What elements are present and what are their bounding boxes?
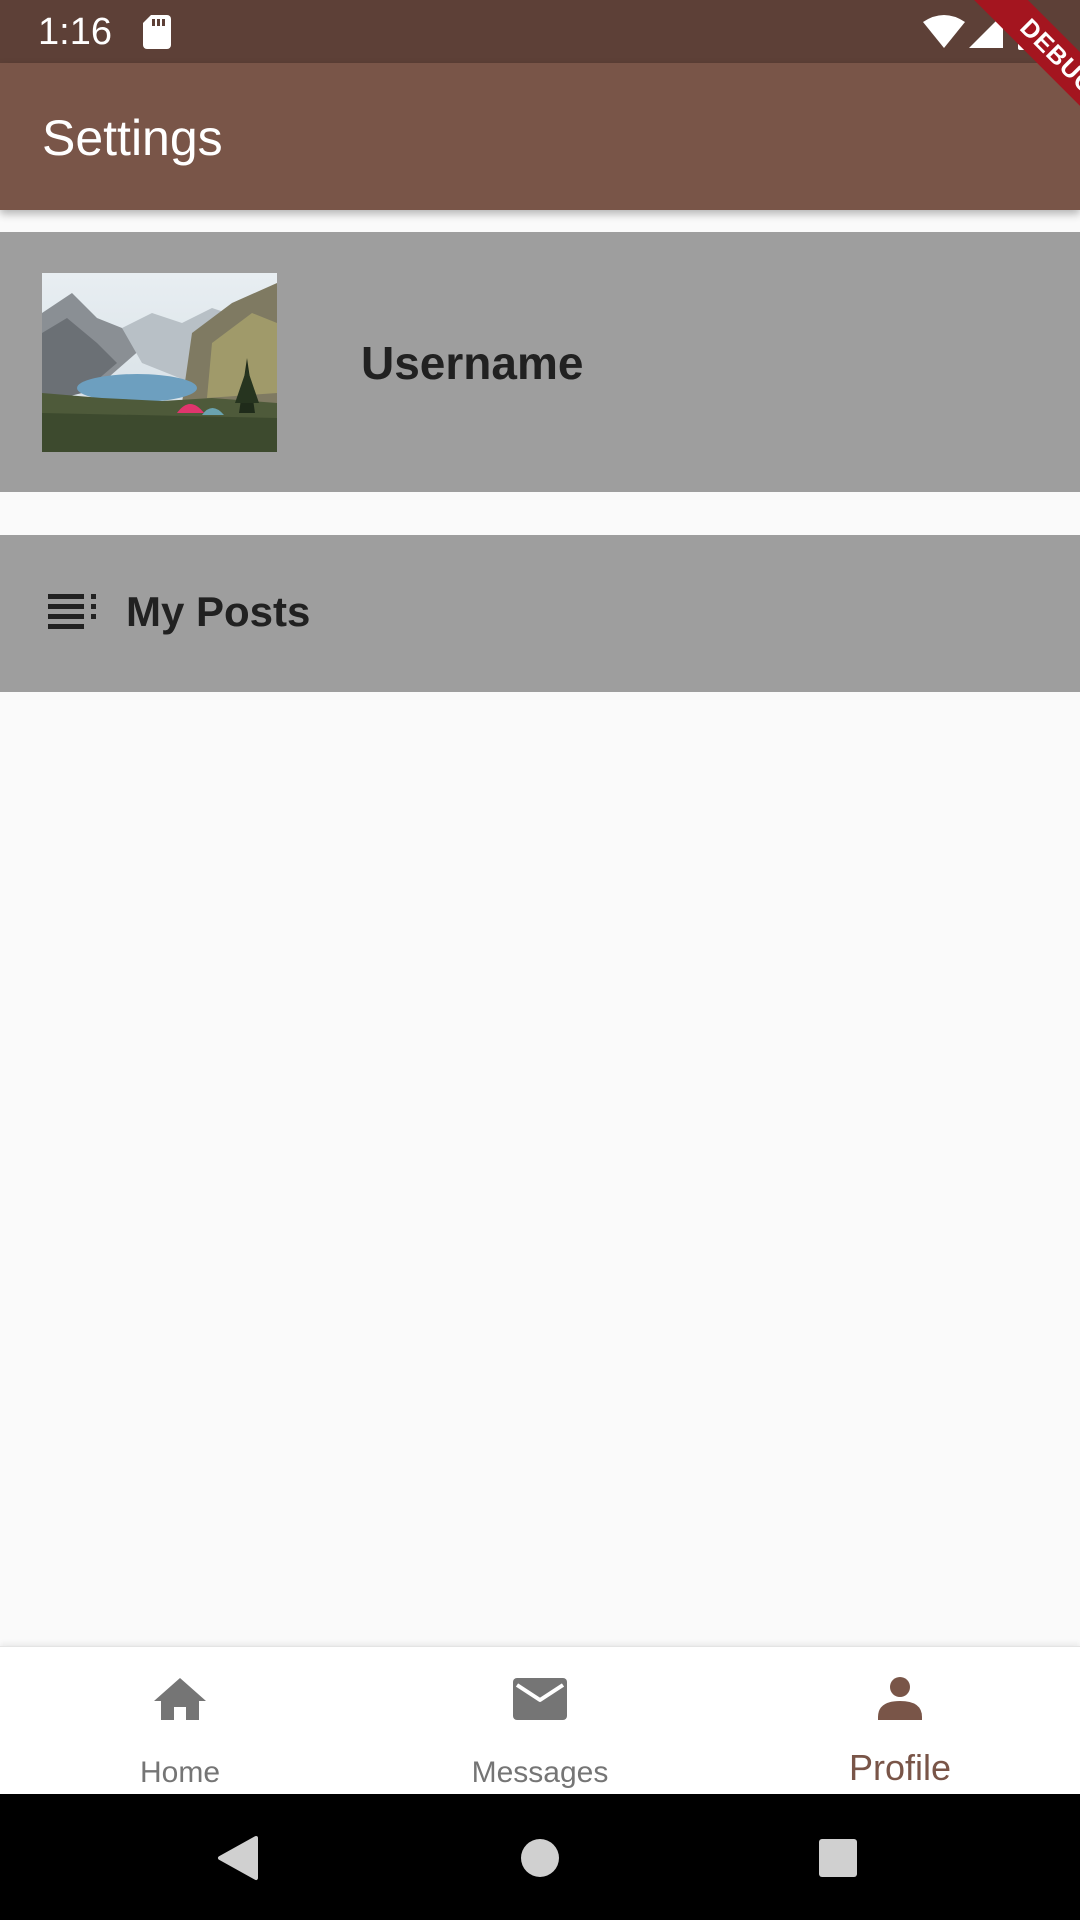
nav-profile[interactable]: Profile: [720, 1647, 1080, 1795]
mail-icon: [513, 1678, 567, 1720]
nav-home[interactable]: Home: [0, 1647, 360, 1795]
nav-profile-label: Profile: [848, 1747, 952, 1788]
nav-messages-label: Messages: [471, 1756, 609, 1789]
profile-card[interactable]: Username: [0, 232, 1080, 492]
sd-card-icon: [143, 15, 171, 49]
person-icon: [878, 1677, 922, 1720]
page-title: Settings: [42, 110, 223, 166]
back-icon[interactable]: [216, 1834, 260, 1882]
app-bar: Settings: [0, 63, 1080, 210]
avatar[interactable]: [42, 273, 277, 452]
home-icon: [154, 1678, 206, 1720]
nav-home-label: Home: [139, 1756, 221, 1789]
debug-banner: DEBUG: [920, 0, 1080, 160]
list-icon: [48, 594, 96, 629]
username: Username: [361, 337, 584, 389]
status-bar: 1:16: [0, 0, 1080, 63]
nav-messages[interactable]: Messages: [360, 1647, 720, 1795]
my-posts-label: My Posts: [126, 588, 311, 635]
landscape-photo-icon: [42, 273, 277, 452]
home-circle-icon[interactable]: [520, 1838, 560, 1878]
recent-apps-icon[interactable]: [818, 1838, 858, 1878]
system-navigation-bar: [0, 1794, 1080, 1920]
bottom-navigation: Home Messages Profile: [0, 1646, 1080, 1794]
settings-screen: 1:16 DEBUG Settings Username My Posts Ho…: [0, 0, 1080, 1920]
my-posts-row[interactable]: My Posts: [0, 535, 1080, 692]
debug-banner-label: DEBUG: [966, 0, 1080, 149]
status-time: 1:16: [38, 11, 112, 53]
